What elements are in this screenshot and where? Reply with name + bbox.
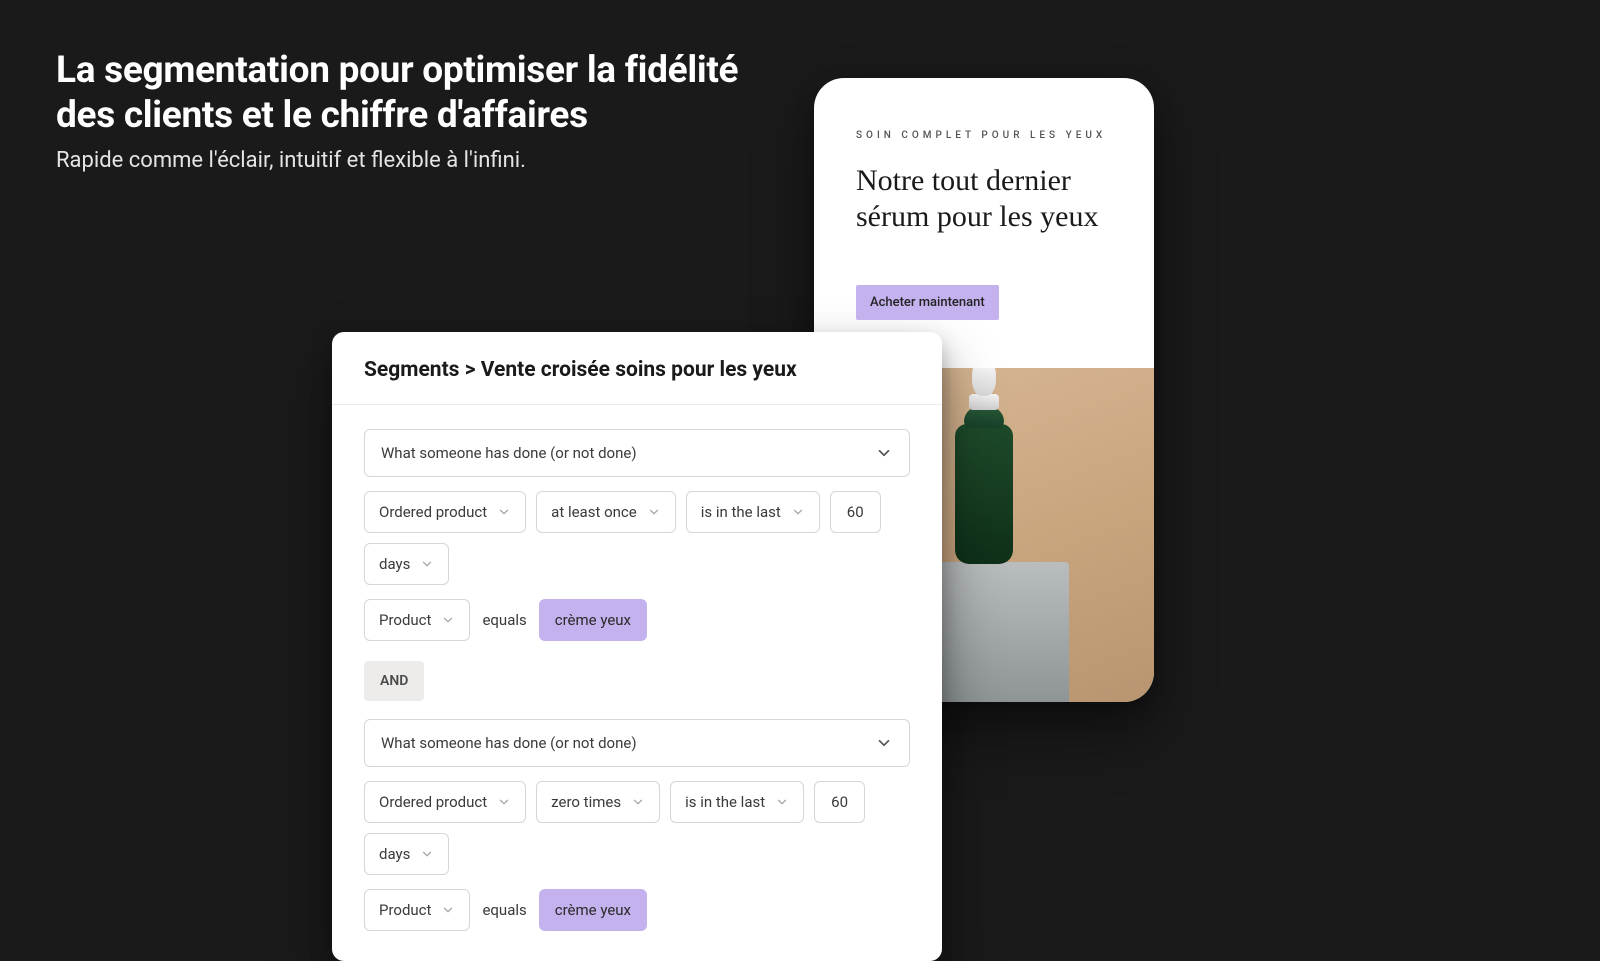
chevron-down-icon — [875, 734, 893, 752]
condition-type-label: What someone has done (or not done) — [381, 444, 637, 462]
filter-field-label: Product — [379, 611, 431, 629]
chevron-down-icon — [647, 505, 661, 519]
phone-eyebrow: SOIN COMPLET POUR LES YEUX — [856, 130, 1112, 141]
page-headline: La segmentation pour optimiser la fidéli… — [56, 48, 776, 138]
filter-field-select[interactable]: Product — [364, 889, 470, 931]
phone-title: Notre tout dernier sérum pour les yeux — [856, 163, 1112, 235]
condition-type-select[interactable]: What someone has done (or not done) — [364, 719, 910, 767]
timeframe-select[interactable]: is in the last — [670, 781, 804, 823]
breadcrumb-root[interactable]: Segments — [364, 358, 459, 382]
filter-field-select[interactable]: Product — [364, 599, 470, 641]
time-unit-select[interactable]: days — [364, 543, 449, 585]
timeframe-label: is in the last — [701, 503, 781, 521]
chevron-down-icon — [875, 444, 893, 462]
event-label: Ordered product — [379, 793, 487, 811]
frequency-select[interactable]: zero times — [536, 781, 660, 823]
logic-connector-and[interactable]: AND — [364, 661, 424, 701]
chevron-down-icon — [791, 505, 805, 519]
segment-builder-card: Segments > Vente croisée soins pour les … — [332, 332, 942, 961]
breadcrumb-separator: > — [459, 358, 480, 382]
frequency-select[interactable]: at least once — [536, 491, 676, 533]
event-select[interactable]: Ordered product — [364, 781, 526, 823]
filter-operator: equals — [480, 901, 528, 919]
days-count-input[interactable]: 60 — [830, 491, 881, 533]
headline-block: La segmentation pour optimiser la fidéli… — [56, 48, 776, 177]
breadcrumb-current: Vente croisée soins pour les yeux — [481, 358, 797, 382]
breadcrumb: Segments > Vente croisée soins pour les … — [364, 358, 910, 382]
buy-now-button[interactable]: Acheter maintenant — [856, 285, 999, 320]
frequency-label: at least once — [551, 503, 637, 521]
chevron-down-icon — [631, 795, 645, 809]
frequency-label: zero times — [551, 793, 621, 811]
days-count-value: 60 — [847, 503, 864, 521]
timeframe-select[interactable]: is in the last — [686, 491, 820, 533]
time-unit-label: days — [379, 555, 410, 573]
filter-operator: equals — [480, 611, 528, 629]
page-subheadline: Rapide comme l'éclair, intuitif et flexi… — [56, 146, 776, 177]
days-count-value: 60 — [831, 793, 848, 811]
time-unit-select[interactable]: days — [364, 833, 449, 875]
filter-value-tag[interactable]: crème yeux — [539, 889, 647, 931]
condition-type-select[interactable]: What someone has done (or not done) — [364, 429, 910, 477]
filter-value-tag[interactable]: crème yeux — [539, 599, 647, 641]
chevron-down-icon — [420, 557, 434, 571]
timeframe-label: is in the last — [685, 793, 765, 811]
days-count-input[interactable]: 60 — [814, 781, 865, 823]
chevron-down-icon — [420, 847, 434, 861]
event-label: Ordered product — [379, 503, 487, 521]
chevron-down-icon — [497, 505, 511, 519]
chevron-down-icon — [441, 613, 455, 627]
chevron-down-icon — [497, 795, 511, 809]
event-select[interactable]: Ordered product — [364, 491, 526, 533]
condition-type-label: What someone has done (or not done) — [381, 734, 637, 752]
chevron-down-icon — [775, 795, 789, 809]
filter-field-label: Product — [379, 901, 431, 919]
chevron-down-icon — [441, 903, 455, 917]
time-unit-label: days — [379, 845, 410, 863]
